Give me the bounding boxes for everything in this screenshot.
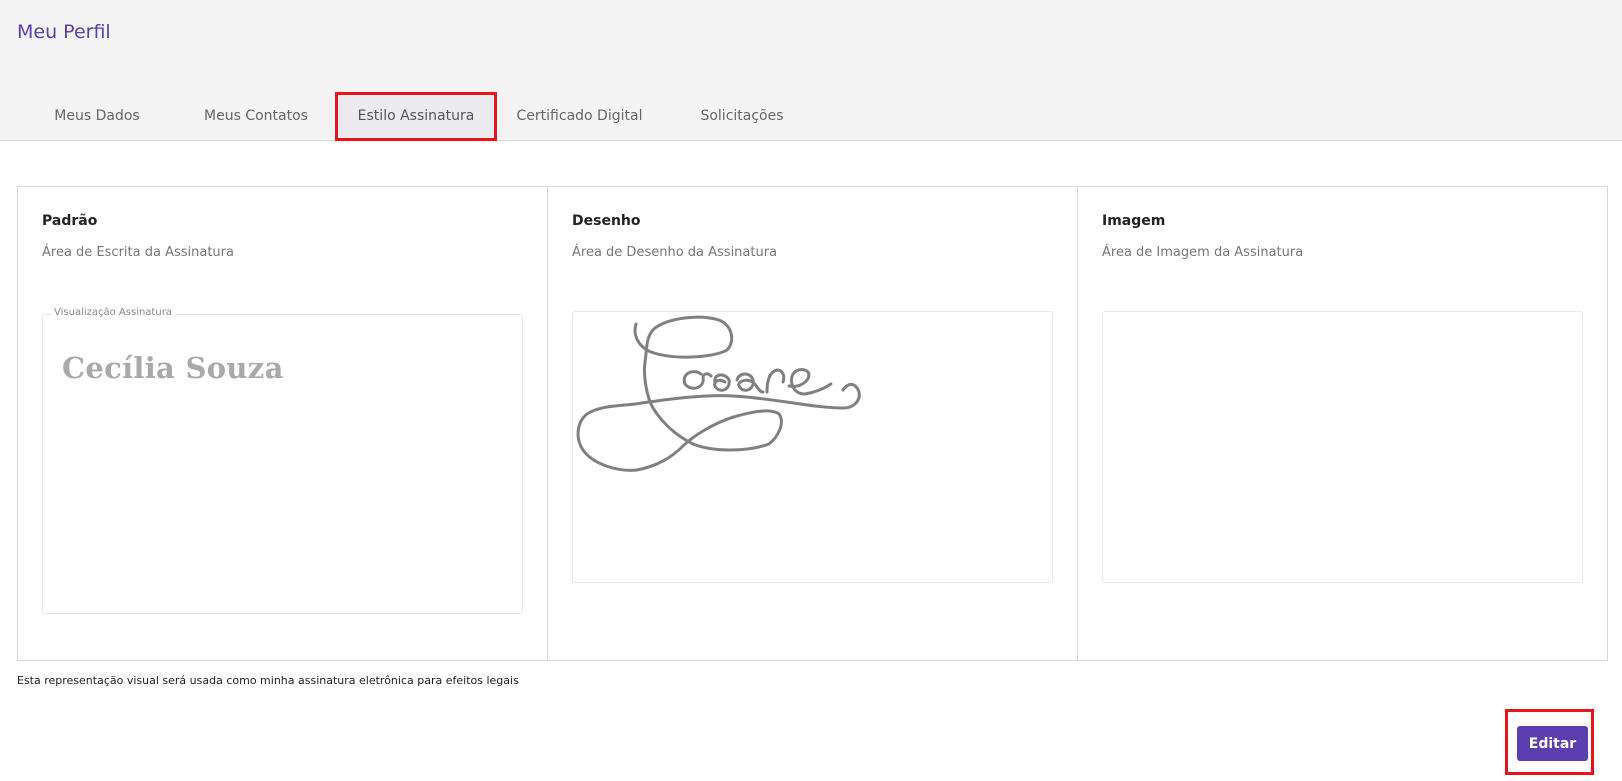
image-signature-area[interactable] <box>1102 311 1583 583</box>
edit-button[interactable]: Editar <box>1517 726 1588 761</box>
profile-header: Meu Perfil Meus Dados Meus Contatos Esti… <box>0 0 1622 141</box>
page-title: Meu Perfil <box>17 21 111 43</box>
panel-subtitle-image: Área de Imagem da Assinatura <box>1102 245 1304 260</box>
panel-title-drawing: Desenho <box>572 213 641 229</box>
panel-standard[interactable]: Padrão Área de Escrita da Assinatura Vis… <box>18 187 548 660</box>
panel-subtitle-drawing: Área de Desenho da Assinatura <box>572 245 778 260</box>
preview-legend: Visualização Assinatura <box>51 307 175 318</box>
tab-meus-dados[interactable]: Meus Dados <box>30 92 164 141</box>
signature-style-panels: Padrão Área de Escrita da Assinatura Vis… <box>17 186 1608 661</box>
panel-subtitle-standard: Área de Escrita da Assinatura <box>42 245 234 260</box>
legal-footnote: Esta representação visual será usada com… <box>17 674 519 687</box>
panel-drawing[interactable]: Desenho Área de Desenho da Assinatura <box>548 187 1078 660</box>
panel-title-standard: Padrão <box>42 213 98 229</box>
panel-image[interactable]: Imagem Área de Imagem da Assinatura <box>1078 187 1607 660</box>
handwritten-signature-drawing <box>576 315 861 472</box>
tab-meus-contatos[interactable]: Meus Contatos <box>186 92 326 141</box>
typed-signature-text: Cecília Souza <box>62 351 284 385</box>
tab-estilo-assinatura[interactable]: Estilo Assinatura <box>335 92 497 141</box>
edit-button-highlight: Editar <box>1505 709 1594 775</box>
panel-title-image: Imagem <box>1102 213 1166 229</box>
typed-signature-preview: Visualização Assinatura Cecília Souza <box>42 307 523 614</box>
tab-solicitacoes[interactable]: Solicitações <box>686 92 798 141</box>
tab-certificado-digital[interactable]: Certificado Digital <box>507 92 652 141</box>
drawn-signature-canvas[interactable] <box>572 311 1053 583</box>
profile-tabs: Meus Dados Meus Contatos Estilo Assinatu… <box>0 92 900 141</box>
